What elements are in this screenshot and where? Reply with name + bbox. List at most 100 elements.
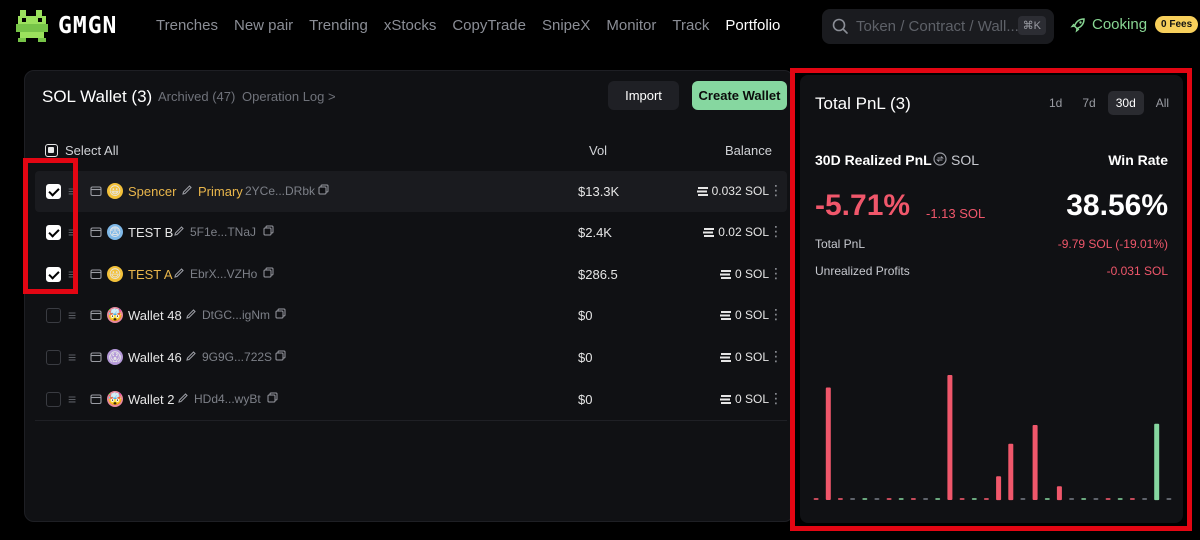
edit-icon[interactable] [177, 392, 189, 404]
copy-icon[interactable] [275, 308, 286, 319]
wallet-balance: 0.032 SOL [696, 184, 769, 198]
sol-icon [696, 186, 708, 196]
drag-handle-icon[interactable]: ≡ [68, 308, 76, 322]
wallet-icon [90, 186, 102, 197]
search-input[interactable]: Token / Contract / Wall... ⌘K [822, 9, 1054, 44]
copy-icon[interactable] [267, 392, 278, 403]
wallet-address: 5F1e...TNaJ [190, 225, 257, 239]
copy-icon[interactable] [318, 184, 329, 195]
wallet-balance: 0 SOL [719, 308, 769, 322]
wallet-volume: $286.5 [578, 267, 618, 282]
drag-handle-icon[interactable]: ≡ [68, 350, 76, 364]
wallet-icon [90, 269, 102, 280]
select-all-checkbox[interactable] [45, 144, 58, 157]
wallet-address: HDd4...wyBt [194, 392, 261, 406]
wallet-avatar: 😀 [107, 183, 123, 199]
import-button[interactable]: Import [608, 81, 679, 110]
logo-text: GMGN [58, 13, 118, 39]
wallet-balance-value: 0 SOL [734, 392, 769, 406]
nav-link-trenches[interactable]: Trenches [156, 17, 218, 34]
fees-badge: 0 Fees [1155, 16, 1199, 33]
copy-icon[interactable] [275, 350, 286, 361]
cooking-button[interactable]: Cooking 0 Fees [1070, 16, 1199, 33]
wallet-checkbox[interactable] [46, 308, 61, 323]
nav-link-new-pair[interactable]: New pair [234, 17, 293, 34]
wallet-row[interactable]: ≡ 😨 TEST B 5F1e...TNaJ $2.4K 0.02 SOL ⋮ [35, 212, 787, 253]
wallet-checkbox[interactable] [46, 392, 61, 407]
wallet-balance-value: 0 SOL [734, 350, 769, 364]
wallet-panel-title: SOL Wallet (3) [42, 87, 153, 106]
nav-link-trending[interactable]: Trending [309, 17, 368, 34]
wallet-avatar: 🤯 [107, 391, 123, 407]
wallet-address: 9G9G...722S [202, 350, 273, 364]
wallet-balance-value: 0.032 SOL [711, 184, 769, 198]
wallet-balance: 0 SOL [719, 392, 769, 406]
edit-icon[interactable] [173, 267, 185, 279]
vol-column-header[interactable]: Vol [589, 143, 607, 158]
wallet-name[interactable]: Spencer [128, 184, 176, 199]
checkbox-highlight-box [23, 158, 78, 294]
wallet-checkbox[interactable] [46, 350, 61, 365]
wallet-volume: $0 [578, 350, 593, 365]
copy-icon[interactable] [263, 267, 274, 278]
nav-link-xstocks[interactable]: xStocks [384, 17, 437, 34]
sol-icon [703, 227, 715, 237]
wallet-avatar: 😱 [107, 349, 123, 365]
archived-link[interactable]: Archived (47) [158, 89, 235, 104]
nav-link-snipex[interactable]: SnipeX [542, 17, 590, 34]
wallet-icon [90, 352, 102, 363]
more-options-icon[interactable]: ⋮ [769, 223, 783, 240]
more-options-icon[interactable]: ⋮ [769, 390, 783, 407]
sol-icon [719, 394, 731, 404]
nav-link-portfolio[interactable]: Portfolio [725, 17, 780, 34]
select-all-label[interactable]: Select All [65, 143, 118, 158]
frog-logo-icon [16, 10, 48, 42]
edit-icon[interactable] [185, 350, 197, 362]
wallet-row[interactable]: ≡ 😀 Spencer Primary 2YCe...DRbk $13.3K 0.032 S… [35, 171, 787, 212]
wallet-avatar: 😨 [107, 224, 123, 240]
more-options-icon[interactable]: ⋮ [769, 348, 783, 365]
wallet-icon [90, 394, 102, 405]
sol-icon [719, 269, 731, 279]
nav-link-copytrade[interactable]: CopyTrade [452, 17, 526, 34]
nav-link-monitor[interactable]: Monitor [606, 17, 656, 34]
more-options-icon[interactable]: ⋮ [769, 306, 783, 323]
search-placeholder: Token / Contract / Wall... [856, 18, 1019, 35]
wallet-row[interactable]: ≡ 🤯 Wallet 2 HDd4...wyBt $0 0 SOL ⋮ [35, 379, 787, 420]
edit-icon[interactable] [181, 184, 193, 196]
operation-log-link[interactable]: Operation Log > [242, 89, 336, 104]
search-icon [832, 18, 848, 34]
wallet-list-panel: SOL Wallet (3) Archived (47) Operation L… [24, 70, 794, 522]
wallet-name[interactable]: Wallet 2 [128, 392, 174, 407]
wallet-volume: $0 [578, 392, 593, 407]
wallet-row[interactable]: ≡ 😱 Wallet 46 9G9G...722S $0 0 SOL ⋮ [35, 337, 787, 378]
copy-icon[interactable] [263, 225, 274, 236]
wallet-balance: 0 SOL [719, 350, 769, 364]
edit-icon[interactable] [173, 225, 185, 237]
wallet-balance-value: 0 SOL [734, 267, 769, 281]
wallet-address: 2YCe...DRbk [245, 184, 316, 198]
wallet-name[interactable]: TEST A [128, 267, 173, 282]
nav-link-track[interactable]: Track [672, 17, 709, 34]
more-options-icon[interactable]: ⋮ [769, 182, 783, 199]
wallet-avatar: 😃 [107, 266, 123, 282]
wallet-row[interactable]: ≡ 🤯 Wallet 48 DtGC...igNm $0 0 SOL ⋮ [35, 295, 787, 336]
wallet-address: EbrX...VZHo [190, 267, 258, 281]
top-nav: GMGN Trenches New pair Trending xStocks Copy… [0, 0, 1200, 52]
wallet-balance-value: 0.02 SOL [718, 225, 769, 239]
edit-icon[interactable] [185, 308, 197, 320]
sol-icon [719, 310, 731, 320]
wallet-name[interactable]: Wallet 46 [128, 350, 182, 365]
wallet-address: DtGC...igNm [202, 308, 271, 322]
wallet-volume: $13.3K [578, 184, 620, 199]
more-options-icon[interactable]: ⋮ [769, 265, 783, 282]
wallet-balance: 0.02 SOL [703, 225, 769, 239]
create-wallet-button[interactable]: Create Wallet [692, 81, 787, 110]
balance-column-header[interactable]: Balance [725, 143, 772, 158]
wallet-name[interactable]: TEST B [128, 225, 173, 240]
wallet-balance: 0 SOL [719, 267, 769, 281]
drag-handle-icon[interactable]: ≡ [68, 392, 76, 406]
wallet-name[interactable]: Wallet 48 [128, 308, 182, 323]
logo[interactable]: GMGN [16, 10, 117, 42]
wallet-row[interactable]: ≡ 😃 TEST A EbrX...VZHo $286.5 0 SOL ⋮ [35, 254, 787, 295]
